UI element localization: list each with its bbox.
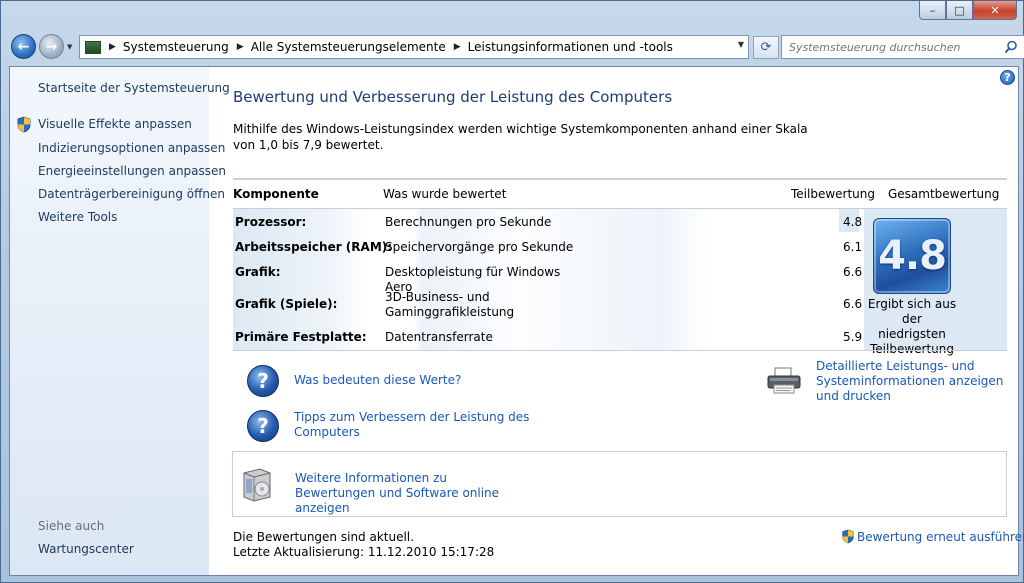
see-also-heading: Siehe auch (38, 519, 105, 533)
component-name: Prozessor: (235, 215, 307, 229)
search-input[interactable] (789, 40, 999, 54)
breadcrumb-alle-elemente[interactable]: Alle Systemsteuerungselemente (251, 40, 446, 54)
chevron-right-icon: ▶ (109, 42, 116, 52)
printer-icon (767, 367, 801, 394)
sidebar-home-link[interactable]: Startseite der Systemsteuerung (38, 81, 230, 95)
refresh-button[interactable]: ⟳ (753, 36, 779, 59)
breadcrumb: ▶ Systemsteuerung ▶ Alle Systemsteuerung… (101, 40, 673, 54)
what-mean-link[interactable]: Was bedeuten diese Werte? (294, 373, 461, 388)
address-bar[interactable]: ▶ Systemsteuerung ▶ Alle Systemsteuerung… (79, 35, 749, 59)
breadcrumb-leistungsinfo[interactable]: Leistungsinformationen und -tools (468, 40, 673, 54)
details-link[interactable]: Detaillierte Leistungs- und Systeminform… (816, 359, 1016, 404)
divider (233, 178, 1007, 180)
question-icon: ? (247, 365, 279, 397)
search-icon[interactable] (1004, 40, 1018, 54)
rated-description: 3D-Business- und Gaminggrafikleistung (385, 290, 515, 319)
tips-link[interactable]: Tipps zum Verbessern der Leistung des Co… (294, 410, 534, 440)
task-pane: Startseite der Systemsteuerung Visuelle … (10, 67, 230, 575)
minimize-button[interactable]: – (919, 1, 946, 20)
software-box-icon (243, 468, 271, 502)
uac-shield-icon (17, 116, 31, 133)
header-base-score: Gesamtbewertung (888, 187, 1000, 201)
subscore-value: 6.1 (843, 240, 863, 254)
subscore-value: 4.8 (843, 215, 863, 229)
status-text: Die Bewertungen sind aktuell. Letzte Akt… (233, 530, 494, 560)
back-button[interactable]: ← (11, 34, 36, 59)
sidebar-item-visual-effects[interactable]: Visuelle Effekte anpassen (38, 117, 192, 131)
main-panel: ? Bewertung und Verbesserung der Leistun… (209, 67, 1024, 575)
rated-description: Berechnungen pro Sekunde (385, 215, 552, 229)
uac-shield-icon (842, 529, 854, 544)
component-name: Grafik (Spiele): (235, 297, 338, 311)
forward-button[interactable]: → (39, 34, 64, 59)
rerun-label: Bewertung erneut ausführen (857, 529, 1024, 544)
rated-description: Speichervorgänge pro Sekunde (385, 240, 574, 254)
caption-buttons: – □ ✕ (919, 1, 1017, 21)
close-button[interactable]: ✕ (973, 1, 1017, 20)
sidebar-item-power[interactable]: Energieeinstellungen anpassen (38, 164, 226, 178)
chevron-right-icon[interactable]: ▶ (237, 42, 244, 52)
status-current: Die Bewertungen sind aktuell. (233, 530, 414, 544)
component-name: Arbeitsspeicher (RAM): (235, 240, 393, 254)
explorer-window: – □ ✕ ← → ▼ ▶ Systemsteuerung ▶ Alle Sys… (0, 0, 1024, 583)
address-dropdown-button[interactable]: ▼ (738, 40, 744, 49)
online-info-link[interactable]: Weitere Informationen zu Bewertungen und… (295, 471, 525, 516)
base-score-note: Ergibt sich aus der niedrigsten Teilbewe… (867, 297, 957, 356)
sidebar-item-indexing[interactable]: Indizierungsoptionen anpassen (38, 141, 225, 155)
window-content: Startseite der Systemsteuerung Visuelle … (9, 66, 1024, 576)
subscore-value: 5.9 (843, 330, 863, 344)
recent-pages-dropdown[interactable]: ▼ (67, 43, 72, 51)
rated-description: Datentransferrate (385, 330, 493, 344)
sidebar-item-more-tools[interactable]: Weitere Tools (38, 210, 117, 224)
intro-text: Mithilfe des Windows-Leistungsindex werd… (233, 122, 808, 152)
header-subscore: Teilbewertung (791, 187, 876, 201)
status-last-update: Letzte Aktualisierung: 11.12.2010 15:17:… (233, 545, 495, 559)
subscore-value: 6.6 (843, 265, 863, 279)
base-score-value: 4.8 (878, 233, 947, 279)
breadcrumb-systemsteuerung[interactable]: Systemsteuerung (123, 40, 229, 54)
sidebar-item-disk-cleanup[interactable]: Datenträgerbereinigung öffnen (38, 187, 225, 201)
arrow-left-icon: ← (17, 38, 30, 55)
divider (233, 350, 1007, 351)
sidebar-item-action-center[interactable]: Wartungscenter (38, 542, 134, 556)
search-box (781, 35, 1024, 59)
component-name: Primäre Festplatte: (235, 330, 367, 344)
arrow-right-icon: → (45, 38, 58, 55)
component-name: Grafik: (235, 265, 281, 279)
base-score-badge: 4.8 (873, 218, 951, 294)
chevron-right-icon[interactable]: ▶ (454, 42, 461, 52)
maximize-button[interactable]: □ (946, 1, 973, 20)
control-panel-icon (85, 40, 101, 54)
header-component: Komponente (233, 187, 319, 201)
question-icon: ? (247, 410, 279, 442)
page-title: Bewertung und Verbesserung der Leistung … (233, 88, 673, 106)
help-icon[interactable]: ? (1000, 70, 1015, 85)
header-rated: Was wurde bewertet (383, 187, 507, 201)
refresh-icon: ⟳ (760, 40, 772, 55)
navigation-bar: ← → ▼ ▶ Systemsteuerung ▶ Alle Systemste… (9, 32, 1024, 60)
subscore-value: 6.6 (843, 297, 863, 311)
rerun-assessment-link[interactable]: Bewertung erneut ausführen (841, 529, 1024, 544)
